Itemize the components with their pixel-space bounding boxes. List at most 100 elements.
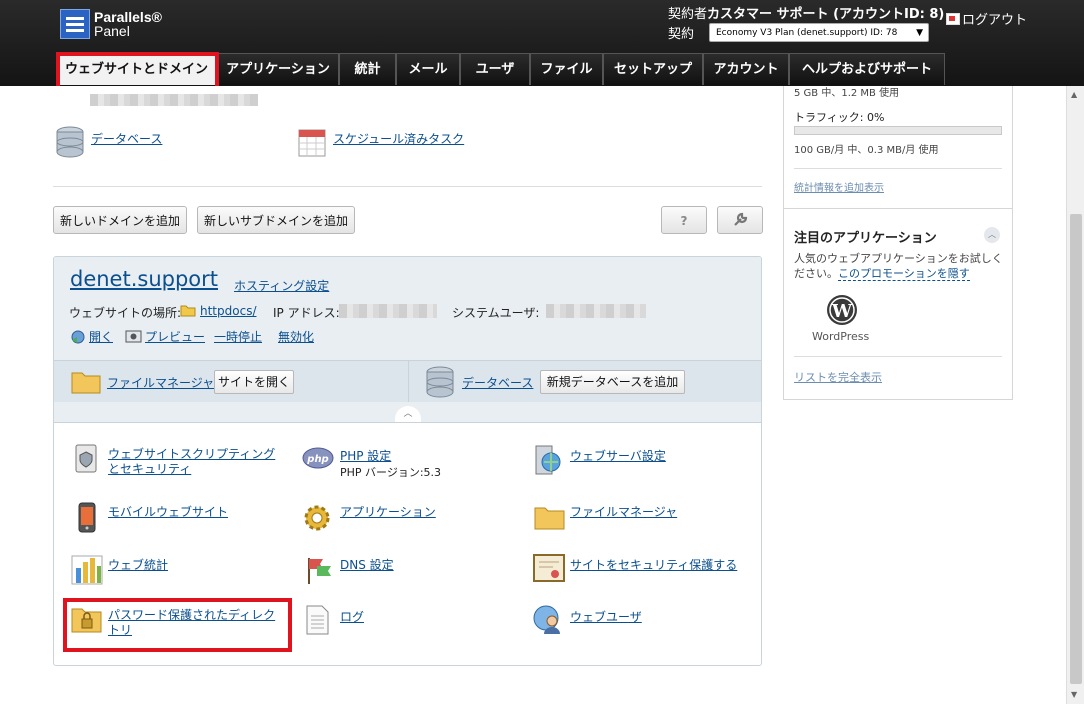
web-user-icon — [533, 605, 560, 634]
add-subdomain-button[interactable]: 新しいサブドメインを追加 — [197, 206, 355, 234]
tab-statistics[interactable]: 統計 — [339, 53, 396, 85]
more-stats-link[interactable]: 統計情報を追加表示 — [794, 179, 884, 194]
domain-panel: denet.support ホスティング設定 ウェブサイトの場所: httpdo… — [53, 256, 762, 666]
disable-link[interactable]: 無効化 — [278, 328, 314, 345]
full-list-link[interactable]: リストを完全表示 — [794, 369, 882, 385]
location-label: ウェブサイトの場所: — [69, 306, 182, 320]
feature-mobile-site-link[interactable]: モバイルウェブサイト — [108, 503, 228, 520]
tools-database-link[interactable]: データベース — [462, 374, 533, 391]
folder-icon — [180, 305, 196, 317]
file-manager-folder-icon — [71, 372, 101, 394]
settings-button[interactable] — [717, 206, 763, 234]
file-manager-link[interactable]: ファイルマネージャ — [107, 374, 214, 391]
database-icon — [56, 126, 84, 158]
stats-divider — [794, 168, 1002, 169]
traffic-label: トラフィック: 0% — [794, 111, 885, 124]
right-sidebar: 5 GB 中、1.2 MB 使用 トラフィック: 0% 100 GB/月 中、0… — [783, 86, 1013, 400]
feature-script-security-link[interactable]: ウェブサイトスクリプティングとセキュリティ — [108, 447, 286, 477]
scroll-up-icon[interactable]: ▲ — [1071, 90, 1077, 99]
logo-line2: Panel — [94, 23, 130, 39]
log-document-icon — [306, 605, 329, 635]
logout-link[interactable]: ログアウト — [946, 9, 1027, 28]
php-icon: php — [302, 447, 334, 469]
feature-dns-link[interactable]: DNS 設定 — [340, 556, 394, 573]
feature-web-stats-link[interactable]: ウェブ統計 — [108, 556, 168, 573]
wrench-icon — [734, 212, 748, 226]
scheduled-tasks-link[interactable]: スケジュール済みタスク — [333, 130, 464, 147]
vertical-scrollbar[interactable]: ▲ ▼ — [1066, 86, 1084, 704]
traffic-usage-text: 100 GB/月 中、0.3 MB/月 使用 — [794, 145, 939, 156]
logo-line1: Parallels® — [94, 9, 162, 25]
script-security-icon — [75, 444, 97, 473]
main-content: データベース スケジュール済みタスク 新しいドメインを追加 新しいサブドメインを… — [0, 86, 1066, 702]
gear-icon — [304, 505, 330, 531]
scroll-down-icon[interactable]: ▼ — [1071, 690, 1077, 699]
logo-icon — [60, 9, 90, 39]
httpdocs-link[interactable]: httpdocs/ — [200, 304, 256, 318]
tools-database-icon — [426, 366, 454, 398]
tools-divider — [408, 361, 409, 403]
tab-users[interactable]: ユーザ — [460, 53, 530, 85]
open-site-button[interactable]: サイトを開く — [214, 370, 294, 394]
hide-promo-link[interactable]: このプロモーションを隠す — [838, 267, 970, 281]
open-link[interactable]: 開く — [89, 328, 113, 345]
feature-logs-link[interactable]: ログ — [340, 608, 364, 625]
tab-files[interactable]: ファイル — [530, 53, 603, 85]
dns-flags-icon — [308, 558, 331, 584]
suspend-link[interactable]: 一時停止 — [214, 328, 262, 345]
plan-value: Economy V3 Plan (denet.support) ID: 78 — [716, 28, 898, 38]
preview-icon — [125, 330, 142, 343]
collapse-chevron-icon[interactable]: ︿ — [395, 406, 421, 422]
svg-text:W: W — [831, 301, 853, 322]
parallels-logo[interactable]: Parallels® Panel — [60, 9, 200, 41]
collapse-icon[interactable]: ︿ — [984, 227, 1000, 243]
wordpress-icon[interactable]: W — [825, 293, 859, 327]
database-link[interactable]: データベース — [91, 130, 162, 147]
feature-web-users-link[interactable]: ウェブユーザ — [570, 608, 642, 625]
hosting-settings-link[interactable]: ホスティング設定 — [234, 277, 329, 294]
wordpress-label[interactable]: WordPress — [812, 330, 869, 343]
logout-icon — [946, 13, 960, 25]
feature-file-manager-link[interactable]: ファイルマネージャ — [570, 503, 677, 520]
add-database-button[interactable]: 新規データベースを追加 — [540, 370, 685, 394]
domain-name-link[interactable]: denet.support — [70, 267, 218, 291]
redacted-ip — [339, 304, 437, 318]
logout-label: ログアウト — [962, 13, 1028, 28]
redacted-text — [90, 94, 258, 106]
feature-protected-dirs-link[interactable]: パスワード保護されたディレクトリ — [108, 608, 286, 638]
collapse-strip: ︿ — [54, 402, 761, 423]
tab-account[interactable]: アカウント — [703, 53, 789, 85]
domain-tools-bar: ファイルマネージャ サイトを開く データベース 新規データベースを追加 — [54, 360, 761, 403]
php-version-text: PHP バージョン:5.3 — [340, 466, 442, 479]
tab-help-support[interactable]: ヘルプおよびサポート — [789, 53, 945, 85]
disk-usage-text: 5 GB 中、1.2 MB 使用 — [794, 88, 900, 99]
domain-header: denet.support ホスティング設定 ウェブサイトの場所: httpdo… — [54, 257, 761, 360]
feature-web-server-link[interactable]: ウェブサーバ設定 — [570, 447, 666, 464]
file-manager-icon — [534, 507, 565, 530]
sysuser-label: システムユーザ: — [452, 306, 540, 320]
scroll-thumb[interactable] — [1070, 214, 1082, 684]
header-bar: Parallels® Panel 契約者カスタマー サポート (アカウントID:… — [0, 0, 1084, 86]
certificate-icon — [533, 554, 565, 582]
add-domain-button[interactable]: 新しいドメインを追加 — [53, 206, 187, 234]
featured-apps-title: 注目のアプリケーション — [794, 231, 937, 246]
tab-applications[interactable]: アプリケーション — [217, 53, 339, 85]
tab-websites-domains[interactable]: ウェブサイトとドメイン — [56, 53, 217, 85]
svg-text:php: php — [306, 454, 328, 465]
feature-applications-link[interactable]: アプリケーション — [340, 503, 436, 520]
dropdown-arrow-icon: ▼ — [916, 28, 923, 38]
featured-divider — [794, 356, 1002, 357]
feature-php-settings-link[interactable]: PHP 設定 — [340, 447, 391, 464]
calendar-icon — [298, 129, 326, 157]
plan-select[interactable]: Economy V3 Plan (denet.support) ID: 78 ▼ — [709, 23, 929, 42]
account-info: 契約者カスタマー サポート (アカウントID: 8) — [668, 7, 944, 23]
help-button[interactable]: ? — [661, 206, 707, 234]
sidebar-divider — [784, 208, 1012, 209]
feature-secure-site-link[interactable]: サイトをセキュリティ保護する — [570, 556, 737, 573]
mobile-icon — [78, 502, 96, 533]
tab-setup[interactable]: セットアップ — [603, 53, 703, 85]
preview-link[interactable]: プレビュー — [145, 328, 205, 345]
tab-mail[interactable]: メール — [396, 53, 460, 85]
web-stats-icon — [71, 555, 103, 585]
ip-label: IP アドレス: — [273, 306, 340, 320]
